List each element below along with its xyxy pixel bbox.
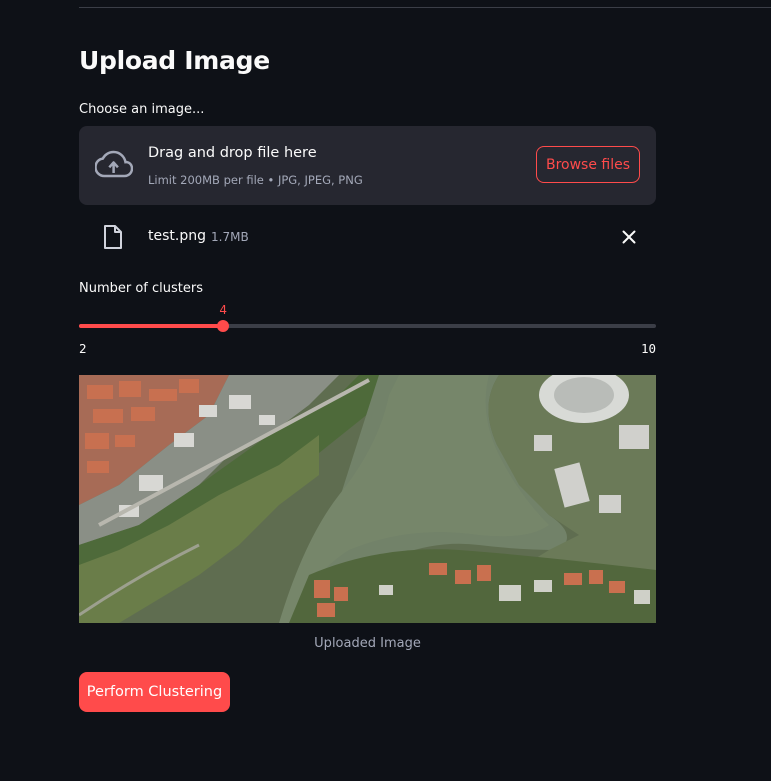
browse-files-button[interactable]: Browse files	[536, 146, 640, 183]
dropzone-hint: Limit 200MB per file • JPG, JPEG, PNG	[148, 173, 363, 187]
file-icon	[104, 225, 122, 249]
uploaded-image	[79, 375, 656, 623]
image-caption: Uploaded Image	[314, 636, 421, 651]
file-name: test.png	[148, 228, 206, 244]
file-size: 1.7MB	[211, 230, 249, 244]
dropzone-title: Drag and drop file here	[148, 145, 317, 161]
app-page: Upload Image Choose an image... Drag and…	[0, 0, 771, 781]
slider-current-value: 4	[219, 303, 228, 317]
perform-clustering-button[interactable]: Perform Clustering	[79, 672, 230, 712]
slider-label: Number of clusters	[79, 281, 204, 296]
cloud-upload-icon	[95, 150, 133, 178]
close-icon[interactable]	[621, 229, 637, 245]
top-divider	[79, 7, 771, 8]
slider-min-label: 2	[79, 341, 87, 356]
slider-fill	[79, 324, 224, 328]
aerial-photo	[79, 375, 656, 623]
file-dropzone[interactable]: Drag and drop file here Limit 200MB per …	[79, 126, 656, 205]
clusters-slider[interactable]: 4 2 10	[79, 300, 656, 360]
uploaded-file-row: test.png 1.7MB	[79, 220, 656, 254]
page-title: Upload Image	[79, 46, 270, 75]
slider-max-label: 10	[640, 341, 656, 356]
slider-thumb[interactable]	[217, 320, 230, 332]
uploader-label: Choose an image...	[79, 102, 205, 117]
